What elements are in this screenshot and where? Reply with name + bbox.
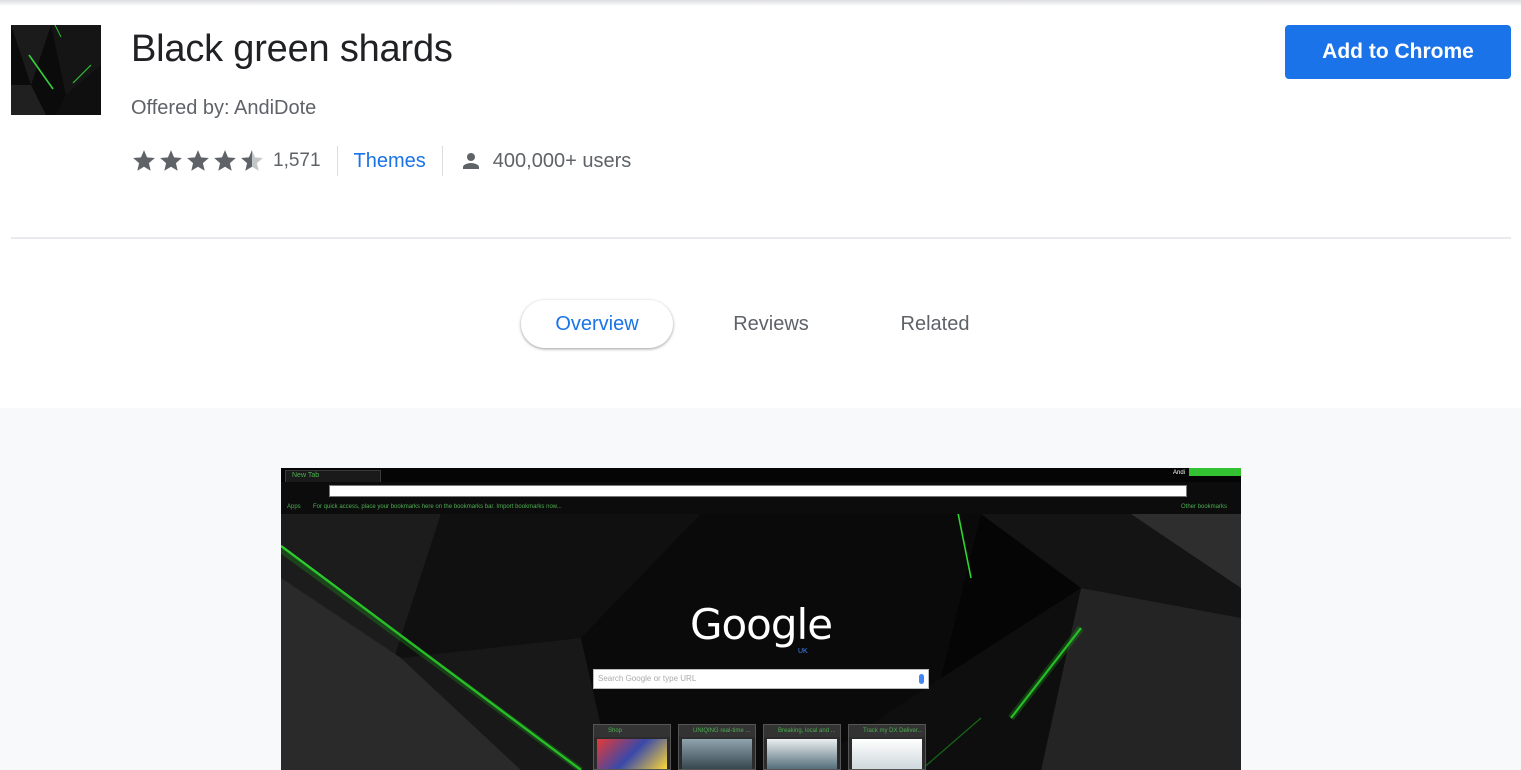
browser-omnibox <box>329 485 1187 497</box>
google-search-box: Search Google or type URL <box>593 669 929 689</box>
screenshot-gallery: New Tab Andi Apps For quick access, plac… <box>0 408 1521 770</box>
browser-tab: New Tab <box>285 470 381 482</box>
rating-count[interactable]: 1,571 <box>273 150 321 172</box>
add-to-chrome-button[interactable]: Add to Chrome <box>1285 25 1511 79</box>
tab-overview[interactable]: Overview <box>521 300 673 348</box>
star-icon <box>160 150 182 171</box>
tab-related[interactable]: Related <box>866 300 1004 348</box>
mic-icon <box>919 674 924 684</box>
most-visited-tile: Breaking, local and ... <box>763 724 841 770</box>
detail-tabs: Overview Reviews Related <box>0 298 1521 350</box>
window-controls <box>1189 468 1241 476</box>
meta-separator <box>441 146 443 176</box>
google-logo: Google <box>689 600 833 649</box>
most-visited-tile: Shop <box>593 724 671 770</box>
star-icon <box>187 150 209 171</box>
header-divider <box>11 237 1511 239</box>
browser-tabbar: New Tab Andi <box>281 468 1241 482</box>
category-link[interactable]: Themes <box>354 150 426 173</box>
meta-row: 1,571 Themes 400,000+ users <box>131 145 631 177</box>
person-icon <box>462 153 479 169</box>
most-visited-tile: UNIQING real-time ... <box>678 724 756 770</box>
meta-separator <box>336 146 338 176</box>
browser-user: Andi <box>1169 468 1241 478</box>
theme-screenshot[interactable]: New Tab Andi Apps For quick access, plac… <box>281 468 1241 770</box>
half-star-icon <box>241 150 263 171</box>
star-icon <box>214 150 236 171</box>
most-visited-tile: Track my DX Deliver... <box>848 724 926 770</box>
tab-reviews[interactable]: Reviews <box>700 300 842 348</box>
extension-thumbnail <box>11 25 101 115</box>
offered-by: Offered by: AndiDote <box>131 97 317 119</box>
user-count: 400,000+ users <box>492 149 632 172</box>
browser-toolbar <box>281 482 1241 500</box>
google-region: UK <box>798 648 808 655</box>
extension-header: Black green shards Offered by: AndiDote … <box>0 0 1521 240</box>
bookmarks-bar: Apps For quick access, place your bookma… <box>281 500 1241 514</box>
extension-title: Black green shards <box>131 28 453 70</box>
star-icon <box>133 150 155 171</box>
rating-stars[interactable] <box>131 148 265 174</box>
